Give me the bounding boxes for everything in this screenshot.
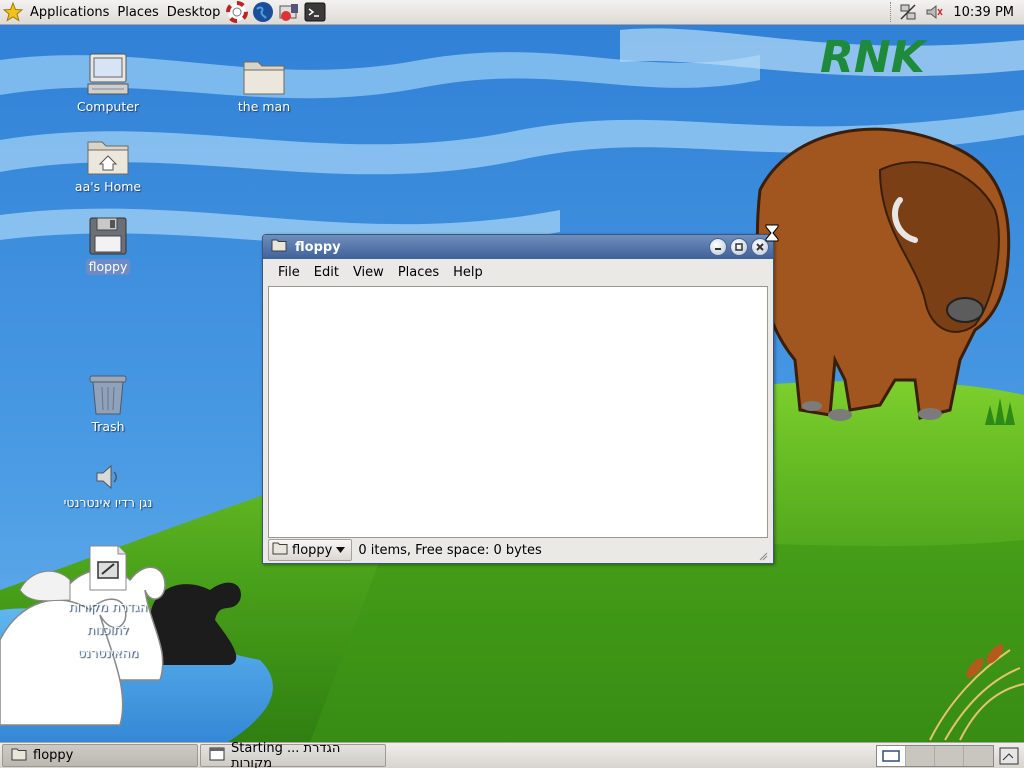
resize-grip-icon[interactable] — [758, 551, 768, 561]
window-menubar: File Edit View Places Help — [263, 259, 773, 285]
clock[interactable]: 10:39 PM — [947, 5, 1024, 20]
show-desktop-button[interactable] — [996, 744, 1022, 768]
folder-icon — [11, 747, 27, 765]
maximize-icon — [735, 243, 743, 251]
home-folder-icon — [48, 128, 168, 176]
desktop-icon-the-man[interactable]: the man — [204, 48, 324, 115]
bottom-panel: floppy Starting ... הגדרת מקורות — [0, 741, 1024, 768]
speaker-icon — [48, 452, 168, 492]
window-title: floppy — [295, 239, 341, 255]
minimize-button[interactable] — [709, 238, 727, 256]
gnome-foot-icon[interactable] — [1, 0, 25, 24]
hourglass-cursor-icon — [765, 224, 779, 242]
menu-help[interactable]: Help — [446, 265, 490, 280]
menu-edit[interactable]: Edit — [307, 265, 346, 280]
top-panel: Applications Places Desktop 10:39 PM — [0, 0, 1024, 25]
places-menu[interactable]: Places — [113, 0, 162, 25]
desktop-icon-sources-setup[interactable]: הגדרת מקורות לתוכנות מהאינטרנט — [48, 544, 168, 664]
close-icon — [756, 243, 764, 251]
folder-icon — [204, 48, 324, 96]
location-dropdown[interactable]: floppy — [268, 539, 353, 561]
show-desktop-icon — [999, 747, 1019, 764]
tray-separator — [890, 2, 892, 22]
network-icon[interactable] — [896, 0, 920, 24]
desktop-icon-trash[interactable]: Trash — [48, 368, 168, 435]
help-lifebuoy-icon[interactable] — [225, 0, 249, 24]
workspace-2[interactable] — [906, 745, 935, 766]
task-button-floppy[interactable]: floppy — [2, 744, 198, 767]
menu-places[interactable]: Places — [391, 265, 446, 280]
terminal-icon[interactable] — [303, 0, 327, 24]
window-folder-icon — [271, 238, 287, 256]
trash-icon — [48, 368, 168, 416]
desktop-icon-computer[interactable]: Computer — [48, 48, 168, 115]
chevron-down-icon — [336, 543, 346, 558]
task-button-starting[interactable]: Starting ... הגדרת מקורות — [200, 741, 386, 768]
desktop-icon-floppy[interactable]: floppy — [48, 208, 168, 275]
status-text: 0 items, Free space: 0 bytes — [358, 542, 542, 558]
wallpaper-logo-text: RNK — [820, 32, 928, 83]
workspace-4[interactable] — [964, 745, 993, 766]
web-browser-globe-icon[interactable] — [251, 0, 275, 24]
workspace-1[interactable] — [877, 745, 906, 766]
desktop-menu[interactable]: Desktop — [163, 0, 225, 25]
menu-view[interactable]: View — [346, 265, 391, 280]
window-titlebar[interactable]: floppy — [263, 235, 773, 259]
email-client-icon[interactable] — [277, 0, 301, 24]
file-manager-window: floppy File Edit View Places Help floppy — [262, 234, 774, 564]
computer-icon — [48, 48, 168, 96]
window-statusbar: floppy 0 items, Free space: 0 bytes — [268, 539, 768, 561]
volume-icon[interactable] — [922, 0, 946, 24]
floppy-icon — [48, 208, 168, 256]
window-icon — [209, 747, 225, 765]
folder-icon — [272, 541, 288, 559]
file-view-area[interactable] — [268, 286, 768, 538]
workspace-3[interactable] — [935, 745, 964, 766]
menu-file[interactable]: File — [271, 265, 307, 280]
desktop-icon-internet-radio[interactable]: נגן רדיו אינטרנטי — [48, 452, 168, 511]
applications-menu[interactable]: Applications — [26, 0, 113, 25]
desktop-icon-home[interactable]: aa's Home — [48, 128, 168, 195]
document-icon — [48, 544, 168, 592]
workspace-switcher — [876, 744, 994, 767]
maximize-button[interactable] — [730, 238, 748, 256]
minimize-icon — [715, 248, 721, 250]
